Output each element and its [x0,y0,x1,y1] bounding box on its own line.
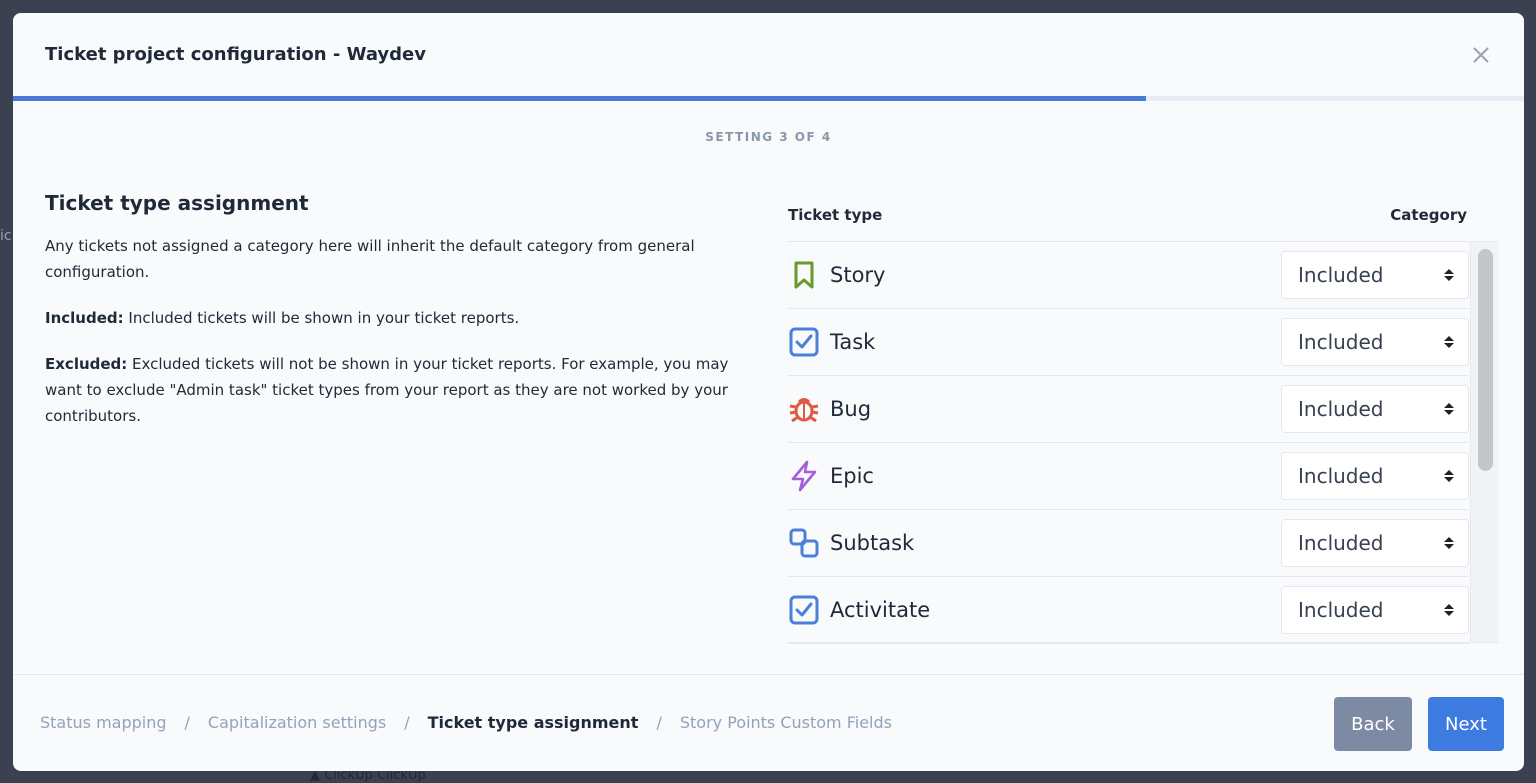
included-description: Included: Included tickets will be shown… [45,305,745,331]
scrollbar-thumb[interactable] [1478,249,1493,471]
ticket-type-name: Bug [830,397,872,421]
crumb-story-points-custom-fields[interactable]: Story Points Custom Fields [680,713,892,732]
back-button[interactable]: Back [1334,697,1412,751]
bug-icon [788,393,820,425]
category-select[interactable]: Included [1281,385,1469,433]
crumb-status-mapping[interactable]: Status mapping [40,713,167,732]
close-button[interactable] [1468,42,1494,68]
category-select[interactable]: Included [1281,452,1469,500]
table-row: Bug Included [788,376,1469,443]
included-text: Included tickets will be shown in your t… [123,309,520,327]
select-arrows-icon [1444,604,1454,616]
subtask-icon [788,527,820,559]
category-value: Included [1298,598,1384,622]
category-value: Included [1298,397,1384,421]
checkbox-icon [788,594,820,626]
category-value: Included [1298,263,1384,287]
category-value: Included [1298,464,1384,488]
category-select[interactable]: Included [1281,251,1469,299]
included-label: Included: [45,309,124,327]
category-select[interactable]: Included [1281,318,1469,366]
modal-header: Ticket project configuration - Waydev [13,13,1524,96]
excluded-description: Excluded: Excluded tickets will not be s… [45,351,745,429]
crumb-capitalization-settings[interactable]: Capitalization settings [208,713,386,732]
progress-fill [13,96,1147,101]
table-scrollbar[interactable] [1470,242,1499,642]
table-row: Task Included [788,309,1469,376]
backdrop-side-text: ic [0,228,12,244]
select-arrows-icon [1444,537,1454,549]
table-row: Story Included [788,242,1469,309]
table-header: Ticket type Category [788,206,1499,241]
modal-footer: Status mapping / Capitalization settings… [13,674,1524,771]
checkbox-icon [788,326,820,358]
bookmark-icon [788,259,820,291]
section-title: Ticket type assignment [45,191,309,215]
table-row: Epic Included [788,443,1469,510]
crumb-separator: / [184,713,190,732]
ticket-type-name: Task [830,330,876,354]
select-arrows-icon [1444,403,1454,415]
config-modal: Ticket project configuration - Waydev SE… [13,13,1524,771]
next-button[interactable]: Next [1428,697,1504,751]
close-icon [1473,47,1489,63]
ticket-type-name: Epic [830,464,874,488]
crumb-ticket-type-assignment: Ticket type assignment [427,713,639,732]
category-value: Included [1298,330,1384,354]
category-select[interactable]: Included [1281,586,1469,634]
breadcrumb: Status mapping / Capitalization settings… [40,713,892,732]
crumb-separator: / [656,713,662,732]
category-value: Included [1298,531,1384,555]
table-body: Story Included Task Included Bug Include… [788,241,1499,644]
excluded-text: Excluded tickets will not be shown in yo… [45,355,729,425]
crumb-separator: / [404,713,410,732]
category-select[interactable]: Included [1281,519,1469,567]
excluded-label: Excluded: [45,355,128,373]
intro-text: Any tickets not assigned a category here… [45,237,695,281]
modal-title: Ticket project configuration - Waydev [45,44,426,65]
select-arrows-icon [1444,470,1454,482]
ticket-type-name: Activitate [830,598,931,622]
table-row: Activitate Included [788,577,1469,644]
lightning-icon [788,460,820,492]
progress-bar [13,96,1524,101]
select-arrows-icon [1444,336,1454,348]
ticket-type-name: Subtask [830,531,915,555]
select-arrows-icon [1444,269,1454,281]
table-row: Subtask Included [788,510,1469,577]
step-label: SETTING 3 OF 4 [705,130,832,144]
col-category: Category [1390,206,1467,224]
ticket-type-name: Story [830,263,886,287]
ticket-type-table: Ticket type Category Story Included Task [788,206,1499,644]
description-panel: Ticket type assignment Any tickets not a… [45,191,745,449]
col-ticket-type: Ticket type [788,206,883,224]
